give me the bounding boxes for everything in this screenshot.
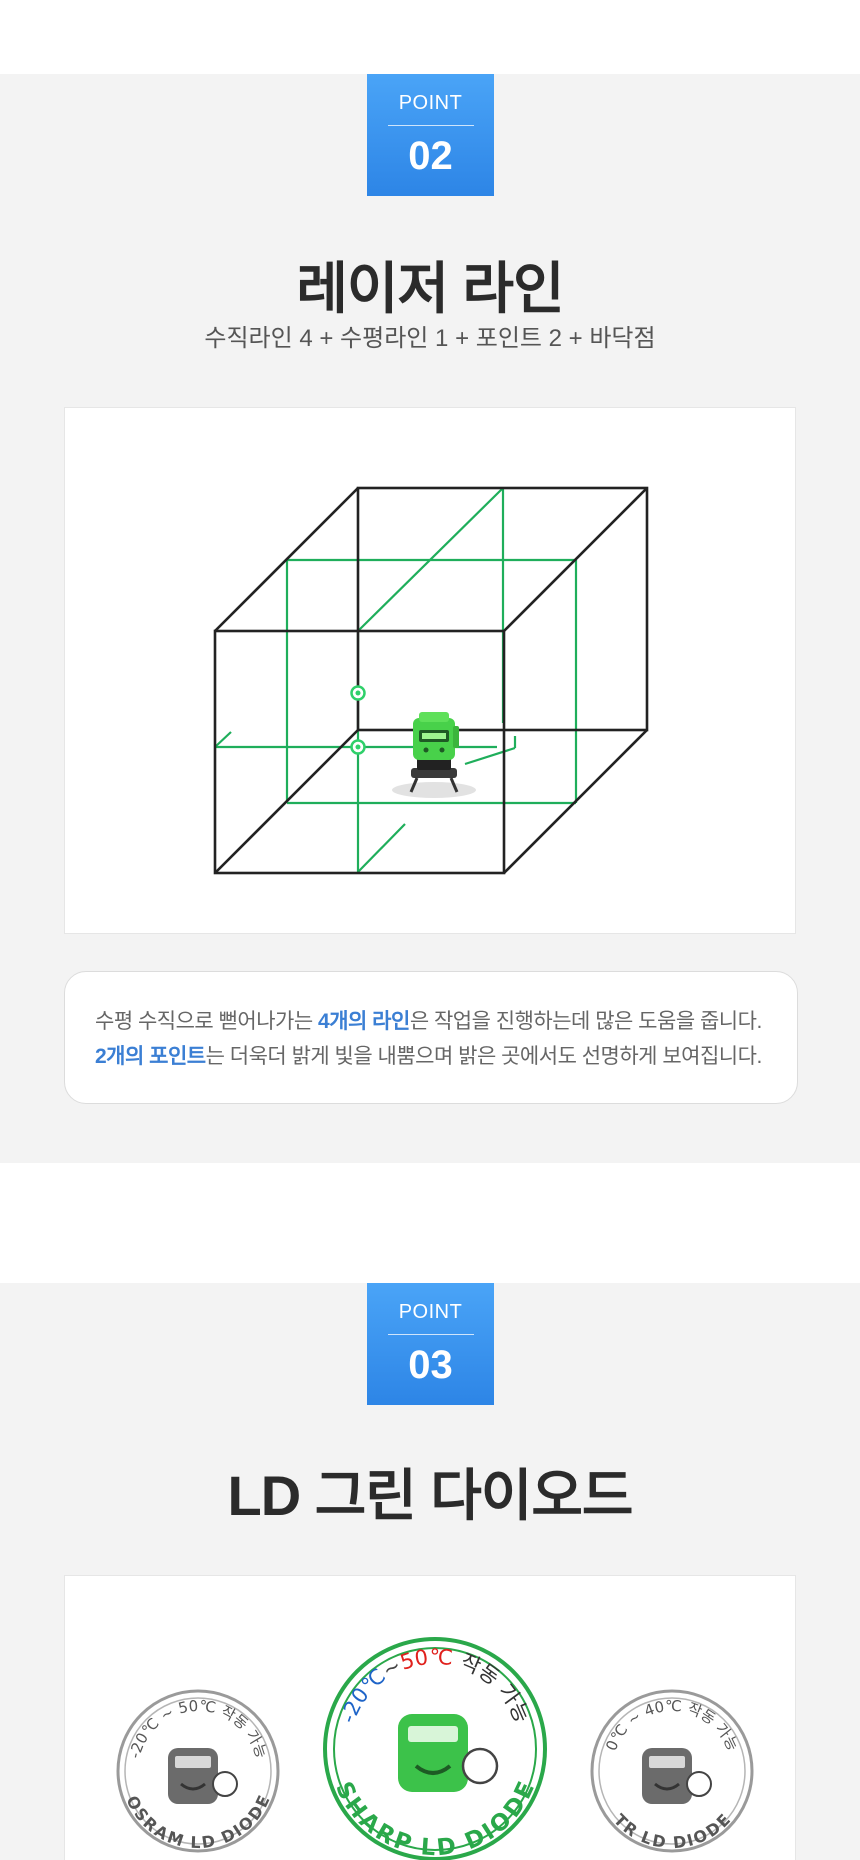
diode-card: -20℃ ~ 50℃ 작동 가능 OSRAM LD DIODE -20℃~50℃… <box>64 1575 796 1860</box>
point-badge-divider <box>387 1334 474 1335</box>
description-text: 는 더욱더 밝게 빛을 내뿜으며 밝은 곳에서도 선명하게 보여집니다. <box>205 1045 763 1068</box>
section-subtitle: 수직라인 4 + 수평라인 1 + 포인트 2 + 바닥점 <box>204 325 656 352</box>
sharp-diode-badge: -20℃~50℃ 작동 가능 SHARP LD DIODE <box>323 1637 547 1860</box>
laser-cube-diagram <box>213 486 649 875</box>
point-02-section: POINT 02 레이저 라인 수직라인 4 + 수평라인 1 + 포인트 2 … <box>0 74 860 1163</box>
cube-outline <box>213 486 649 875</box>
highlight-four-lines: 4개의 라인 <box>318 1010 410 1033</box>
section-title: 레이저 라인 <box>296 257 564 320</box>
highlight-two-points: 2개의 포인트 <box>95 1045 206 1068</box>
point-badge: POINT 02 <box>367 74 494 196</box>
point-badge-number: 02 <box>408 134 453 178</box>
point-badge-label: POINT <box>398 1301 463 1323</box>
point-badge-label: POINT <box>398 92 463 114</box>
description-line-1: 수평 수직으로 뻗어나가는 4개의 라인은 작업을 진행하는데 많은 도움을 줍… <box>95 1004 797 1039</box>
description-text: 은 작업을 진행하는데 많은 도움을 줍니다. <box>409 1010 762 1033</box>
section-title: LD 그린 다이오드 <box>227 1464 634 1527</box>
description-card: 수평 수직으로 뻗어나가는 4개의 라인은 작업을 진행하는데 많은 도움을 줍… <box>64 971 798 1104</box>
tr-diode-badge: 0℃ ~ 40℃ 작동 가능 TR LD DIODE <box>590 1689 754 1853</box>
osram-diode-badge: -20℃ ~ 50℃ 작동 가능 OSRAM LD DIODE <box>116 1689 280 1853</box>
description-line-2: 2개의 포인트는 더욱더 밝게 빛을 내뿜으며 밝은 곳에서도 선명하게 보여집… <box>95 1039 797 1074</box>
description-text: 수평 수직으로 뻗어나가는 <box>95 1010 319 1033</box>
point-badge: POINT 03 <box>367 1283 494 1405</box>
point-badge-divider <box>387 125 474 126</box>
laser-lines <box>214 487 578 873</box>
point-03-section: POINT 03 LD 그린 다이오드 -20℃ ~ 50℃ 작동 가능 OSR… <box>0 1283 860 1860</box>
laser-line-diagram-card <box>64 407 796 934</box>
laser-level-device-icon <box>392 712 476 798</box>
point-badge-number: 03 <box>408 1343 453 1387</box>
